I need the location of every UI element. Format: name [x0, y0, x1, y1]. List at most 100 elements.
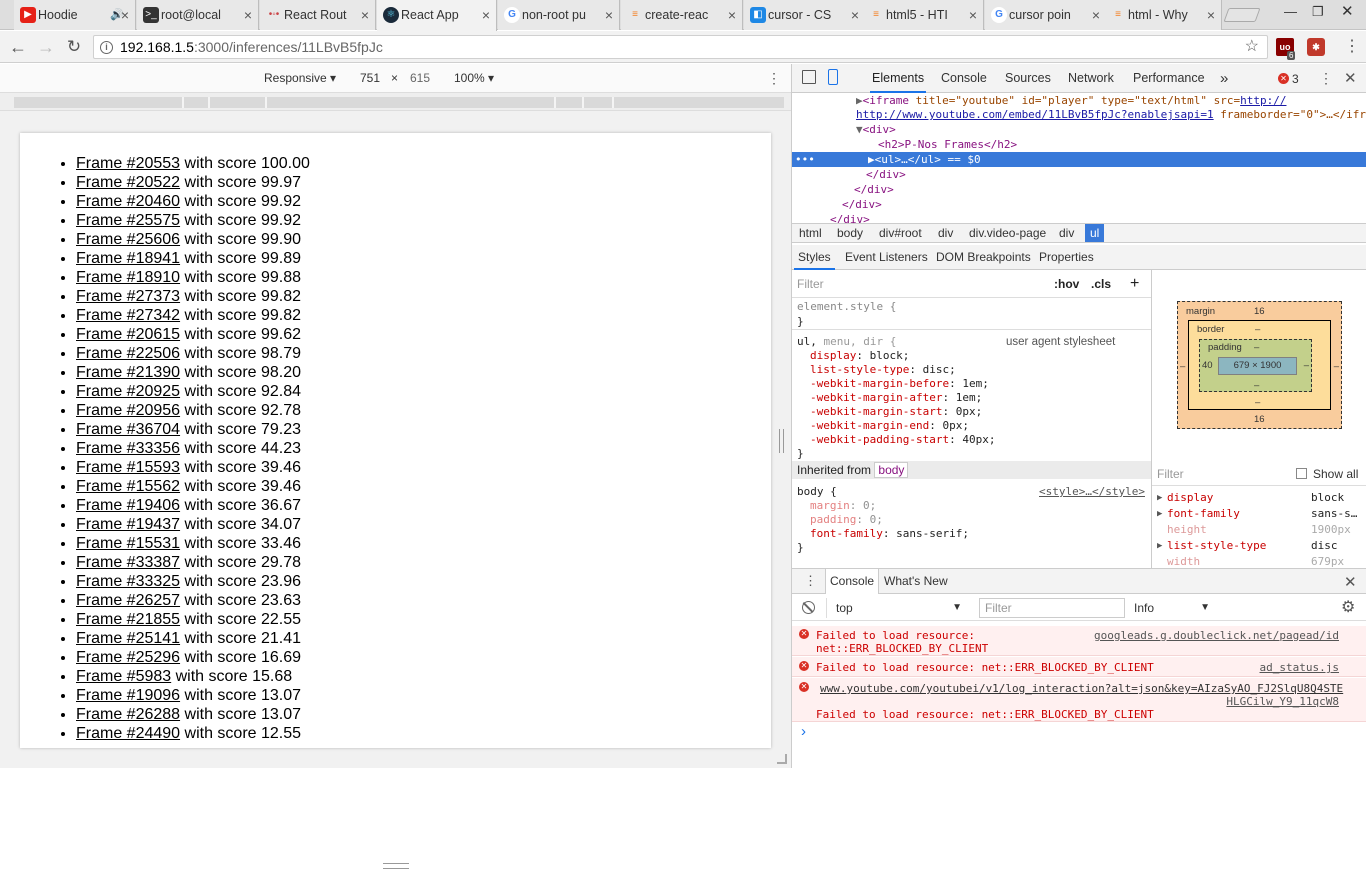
css-property[interactable]: -webkit-padding-start: 40px;	[810, 433, 995, 447]
tab-styles[interactable]: Styles	[794, 245, 835, 270]
frame-link[interactable]: Frame #20925	[76, 383, 180, 400]
tab-react-app[interactable]: ⚛ React App ×	[377, 0, 497, 31]
tab-properties[interactable]: Properties	[1039, 245, 1094, 270]
crumb-html[interactable]: html	[794, 224, 827, 242]
computed-property[interactable]: ▶ list-style-type disc	[1152, 538, 1366, 554]
close-tab-icon[interactable]: ×	[728, 0, 736, 30]
expand-arrow-icon[interactable]: ▶	[1157, 506, 1162, 522]
message-source-link[interactable]: googleads.g.doubleclick.net/pagead/id	[1094, 629, 1339, 642]
error-icon[interactable]: ✕	[1278, 73, 1289, 84]
device-toggle-icon[interactable]	[828, 69, 838, 85]
frame-link[interactable]: Frame #33325	[76, 573, 180, 590]
inspect-element-icon[interactable]	[802, 70, 816, 84]
frame-link[interactable]: Frame #20553	[76, 155, 180, 172]
console-prompt[interactable]: ›	[801, 723, 806, 740]
dom-node-h2[interactable]: <h2>P-Nos Frames</h2>	[878, 137, 1017, 152]
chrome-menu-icon[interactable]: ⋮	[1344, 36, 1360, 56]
info-icon[interactable]: i	[100, 41, 113, 54]
frame-link[interactable]: Frame #21855	[76, 611, 180, 628]
frame-link[interactable]: Frame #25141	[76, 630, 180, 647]
maximize-icon[interactable]: ❐	[1312, 4, 1324, 20]
frame-link[interactable]: Frame #20522	[76, 174, 180, 191]
css-property[interactable]: -webkit-margin-end: 0px;	[810, 419, 969, 433]
devtools-close-icon[interactable]: ✕	[1344, 69, 1357, 87]
back-icon[interactable]: ←	[6, 35, 30, 59]
resize-corner-icon[interactable]	[777, 754, 787, 764]
crumb-div-video-page[interactable]: div.video-page	[964, 224, 1051, 242]
close-tab-icon[interactable]: ×	[482, 0, 490, 30]
css-property[interactable]: -webkit-margin-before: 1em;	[810, 377, 989, 391]
style-source-link[interactable]: <style>…</style>	[1039, 485, 1145, 499]
expand-arrow-icon[interactable]: ▶	[1157, 490, 1162, 506]
console-filter-input[interactable]: Filter	[979, 598, 1125, 618]
tab-hoodie[interactable]: ▶ Hoodie 🔊 ×	[14, 0, 136, 30]
frame-link[interactable]: Frame #26257	[76, 592, 180, 609]
extension-icon[interactable]: ✱	[1307, 38, 1325, 56]
css-property[interactable]: -webkit-margin-after: 1em;	[810, 391, 982, 405]
tab-create-react[interactable]: ≡ create-reac ×	[621, 0, 743, 30]
css-property[interactable]: padding: 0;	[810, 513, 883, 527]
message-source-link[interactable]: ad_status.js	[1260, 661, 1339, 674]
frame-link[interactable]: Frame #20956	[76, 402, 180, 419]
message-source-link[interactable]: HLGCilw_Y9_11qcW8	[1226, 695, 1339, 708]
computed-property[interactable]: ▶ display block	[1152, 490, 1366, 506]
drawer-close-icon[interactable]: ✕	[1344, 573, 1357, 591]
dom-node-ul-selected[interactable]: ••• ▶<ul>…</ul> == $0	[792, 152, 1366, 167]
more-tabs-icon[interactable]: »	[1220, 64, 1228, 93]
inherited-body-link[interactable]: body	[874, 462, 909, 478]
devtools-menu-icon[interactable]: ⋮	[1319, 70, 1333, 87]
computed-property[interactable]: height 1900px	[1152, 522, 1366, 538]
log-level-select[interactable]: Info ▼	[1134, 598, 1214, 618]
close-tab-icon[interactable]: ×	[244, 0, 252, 30]
drawer-menu-icon[interactable]: ⋮	[804, 573, 817, 589]
tab-html5[interactable]: ≡ html5 - HTI ×	[862, 0, 984, 30]
tab-html-why[interactable]: ≡ html - Why ×	[1104, 0, 1222, 30]
crumb-div-root[interactable]: div#root	[874, 224, 927, 242]
tab-react-router[interactable]: •◦• React Rout ×	[260, 0, 376, 30]
forward-icon[interactable]: →	[34, 35, 58, 59]
tab-terminal[interactable]: >_ root@local ×	[137, 0, 259, 30]
console-settings-icon[interactable]: ⚙	[1341, 597, 1355, 617]
frame-link[interactable]: Frame #21390	[76, 364, 180, 381]
frame-link[interactable]: Frame #33387	[76, 554, 180, 571]
crumb-body[interactable]: body	[832, 224, 868, 242]
drawer-tab-console[interactable]: Console	[825, 569, 880, 594]
frame-link[interactable]: Frame #18941	[76, 250, 180, 267]
viewport-width-input[interactable]: 751	[354, 68, 386, 88]
dom-node-iframe[interactable]: ▶<iframe title="youtube" id="player" typ…	[856, 93, 1290, 108]
frame-link[interactable]: Frame #19096	[76, 687, 180, 704]
tab-cursor-pointer[interactable]: G cursor poin ×	[985, 0, 1107, 30]
close-tab-icon[interactable]: ×	[851, 0, 859, 30]
css-property[interactable]: font-family: sans-serif;	[810, 527, 969, 541]
frame-link[interactable]: Frame #36704	[76, 421, 180, 438]
close-tab-icon[interactable]: ×	[121, 0, 129, 30]
bookmark-star-icon[interactable]: ☆	[1245, 36, 1259, 58]
frame-link[interactable]: Frame #19406	[76, 497, 180, 514]
frame-link[interactable]: Frame #18910	[76, 269, 180, 286]
message-source-link[interactable]: www.youtube.com/youtubei/v1/log_interact…	[820, 682, 1343, 695]
frame-link[interactable]: Frame #19437	[76, 516, 180, 533]
cls-toggle[interactable]: .cls	[1091, 270, 1111, 298]
tab-non-root[interactable]: G non-root pu ×	[498, 0, 620, 30]
close-tab-icon[interactable]: ×	[1207, 0, 1215, 30]
show-all-checkbox[interactable]	[1296, 468, 1307, 479]
viewport-height-input[interactable]: 615	[404, 68, 436, 88]
frame-link[interactable]: Frame #15593	[76, 459, 180, 476]
tab-console[interactable]: Console	[941, 64, 987, 93]
resize-handle-right[interactable]	[779, 429, 784, 453]
address-bar[interactable]: i 192.168.1.5:3000/inferences/11LBvB5fpJ…	[93, 35, 1268, 59]
css-property[interactable]: list-style-type: disc;	[810, 363, 956, 377]
tab-dom-breakpoints[interactable]: DOM Breakpoints	[936, 245, 1031, 270]
computed-filter-input[interactable]: Filter	[1157, 462, 1184, 486]
crumb-ul[interactable]: ul	[1085, 224, 1105, 242]
tab-cursor-css[interactable]: ◧ cursor - CS ×	[744, 0, 866, 30]
crumb-div-2[interactable]: div	[1054, 224, 1079, 242]
frame-link[interactable]: Frame #25606	[76, 231, 180, 248]
computed-property[interactable]: ▶ font-family sans-s…	[1152, 506, 1366, 522]
frame-link[interactable]: Frame #20460	[76, 193, 180, 210]
tab-performance[interactable]: Performance	[1133, 64, 1205, 93]
crumb-div[interactable]: div	[933, 224, 958, 242]
hov-toggle[interactable]: :hov	[1054, 270, 1079, 298]
css-property[interactable]: -webkit-margin-start: 0px;	[810, 405, 982, 419]
tab-network[interactable]: Network	[1068, 64, 1114, 93]
